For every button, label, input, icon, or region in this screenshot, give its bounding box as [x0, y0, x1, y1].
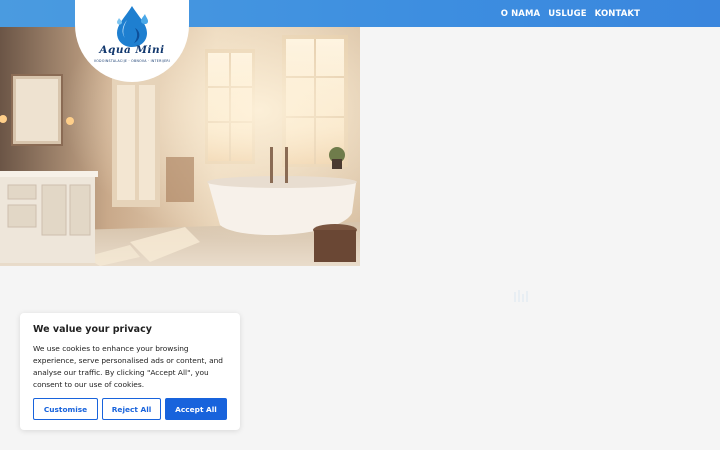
nav-item-kontakt[interactable]: KONTAKT [595, 9, 640, 19]
cookie-buttons: Customise Reject All Accept All [33, 398, 227, 420]
faint-decoration-icon [514, 290, 528, 302]
cookie-text: We use cookies to enhance your browsing … [33, 344, 224, 389]
logo-text: Aqua Mini [99, 44, 165, 56]
site-logo[interactable]: Aqua Mini VODOINSTALACIJE · OBNOVA · INT… [75, 0, 189, 82]
cookie-title: We value your privacy [33, 324, 152, 335]
accept-all-button[interactable]: Accept All [165, 398, 227, 420]
main-nav: O NAMA USLUGE KONTAKT [501, 9, 640, 19]
logo-tagline: VODOINSTALACIJE · OBNOVA · INTERIJERI [93, 59, 171, 63]
water-drop-icon [117, 6, 148, 47]
cookie-consent-banner: We value your privacy We use cookies to … [20, 313, 240, 430]
customise-button[interactable]: Customise [33, 398, 98, 420]
nav-item-usluge[interactable]: USLUGE [548, 9, 586, 19]
nav-item-o-nama[interactable]: O NAMA [501, 9, 541, 19]
reject-all-button[interactable]: Reject All [102, 398, 161, 420]
